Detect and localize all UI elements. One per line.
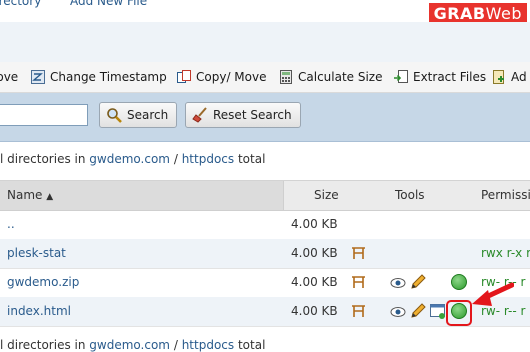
file-size: 4.00 KB (291, 246, 338, 260)
view-eye-icon[interactable] (390, 306, 406, 321)
directory-link[interactable]: Directory (0, 0, 41, 8)
name-column-header[interactable]: Name ▲ (7, 188, 53, 202)
search-input[interactable] (0, 104, 88, 126)
calculate-size-button[interactable]: Calculate Size (279, 62, 383, 92)
properties-icon[interactable] (351, 304, 367, 321)
magnifier-icon (106, 107, 122, 123)
broom-icon (192, 107, 208, 123)
brand-grab: GRAB (433, 4, 486, 23)
httpdocs-link[interactable]: httpdocs (182, 152, 234, 166)
top-menu: Directory Add New File GRABWeb (0, 0, 530, 25)
edit-pencil-icon[interactable] (410, 303, 426, 322)
header-band (0, 22, 530, 63)
domain-link[interactable]: gwdemo.com (89, 152, 170, 166)
file-toolbar: Move Change Timestamp Copy/ Move Calcula… (0, 62, 530, 93)
name-header-label: Name (7, 188, 43, 202)
tools-column-header: Tools (395, 188, 425, 202)
file-name-link[interactable]: gwdemo.zip (7, 275, 79, 289)
add-label: Ad (511, 70, 527, 84)
calculator-icon (279, 70, 293, 84)
reset-search-label: Reset Search (213, 108, 292, 122)
search-button[interactable]: Search (99, 102, 178, 128)
move-button[interactable]: Move (0, 62, 18, 92)
calculate-size-label: Calculate Size (298, 70, 383, 84)
file-size: 4.00 KB (291, 217, 338, 231)
change-timestamp-button[interactable]: Change Timestamp (31, 62, 167, 92)
copy-move-label: Copy/ Move (196, 70, 267, 84)
copy-icon (177, 70, 191, 84)
table-row[interactable]: plesk-stat 4.00 KB rwx r-x r (0, 239, 530, 269)
copy-move-button[interactable]: Copy/ Move (177, 62, 266, 92)
permissions-value[interactable]: rwx r-x r (481, 246, 530, 260)
extract-files-label: Extract Files (413, 70, 487, 84)
file-name-link[interactable]: plesk-stat (7, 246, 66, 260)
timestamp-icon (31, 70, 45, 84)
change-timestamp-label: Change Timestamp (50, 70, 167, 84)
file-name-link[interactable]: index.html (7, 304, 71, 318)
search-strip: Search Reset Search (0, 93, 530, 142)
browser-preview-icon[interactable] (430, 304, 446, 322)
extract-icon (394, 70, 408, 84)
summary-suffix: total (237, 152, 266, 166)
edit-pencil-icon[interactable] (410, 274, 426, 293)
add-new-file-link[interactable]: Add New File (70, 0, 147, 8)
file-size: 4.00 KB (291, 304, 338, 318)
summary-prefix: l directories in (0, 152, 86, 166)
reset-search-button[interactable]: Reset Search (185, 102, 301, 128)
file-name-link[interactable]: .. (7, 217, 15, 231)
extract-files-button[interactable]: Extract Files (394, 62, 486, 92)
properties-icon[interactable] (351, 275, 367, 292)
table-row[interactable]: .. 4.00 KB (0, 210, 530, 240)
sort-asc-icon: ▲ (46, 192, 54, 202)
path-separator: / (173, 152, 178, 166)
table-row[interactable]: gwdemo.zip 4.00 KB rw- r-- r (0, 268, 530, 298)
search-button-label: Search (127, 108, 169, 122)
view-eye-icon[interactable] (390, 277, 406, 292)
file-size: 4.00 KB (291, 275, 338, 289)
download-icon[interactable] (451, 274, 467, 290)
add-file-icon (492, 70, 506, 84)
permissions-column-header[interactable]: Permissi (481, 188, 530, 202)
add-button-partial[interactable]: Ad (492, 62, 527, 92)
move-label: Move (0, 70, 19, 84)
brand-web: Web (485, 4, 522, 23)
properties-icon[interactable] (351, 246, 367, 263)
file-table-header: Name ▲ Size Tools Permissi (0, 180, 530, 211)
directory-summary: l directories in gwdemo.com / httpdocs t… (0, 152, 265, 166)
size-column-header[interactable]: Size (314, 188, 339, 202)
red-arrow-icon (472, 282, 514, 306)
